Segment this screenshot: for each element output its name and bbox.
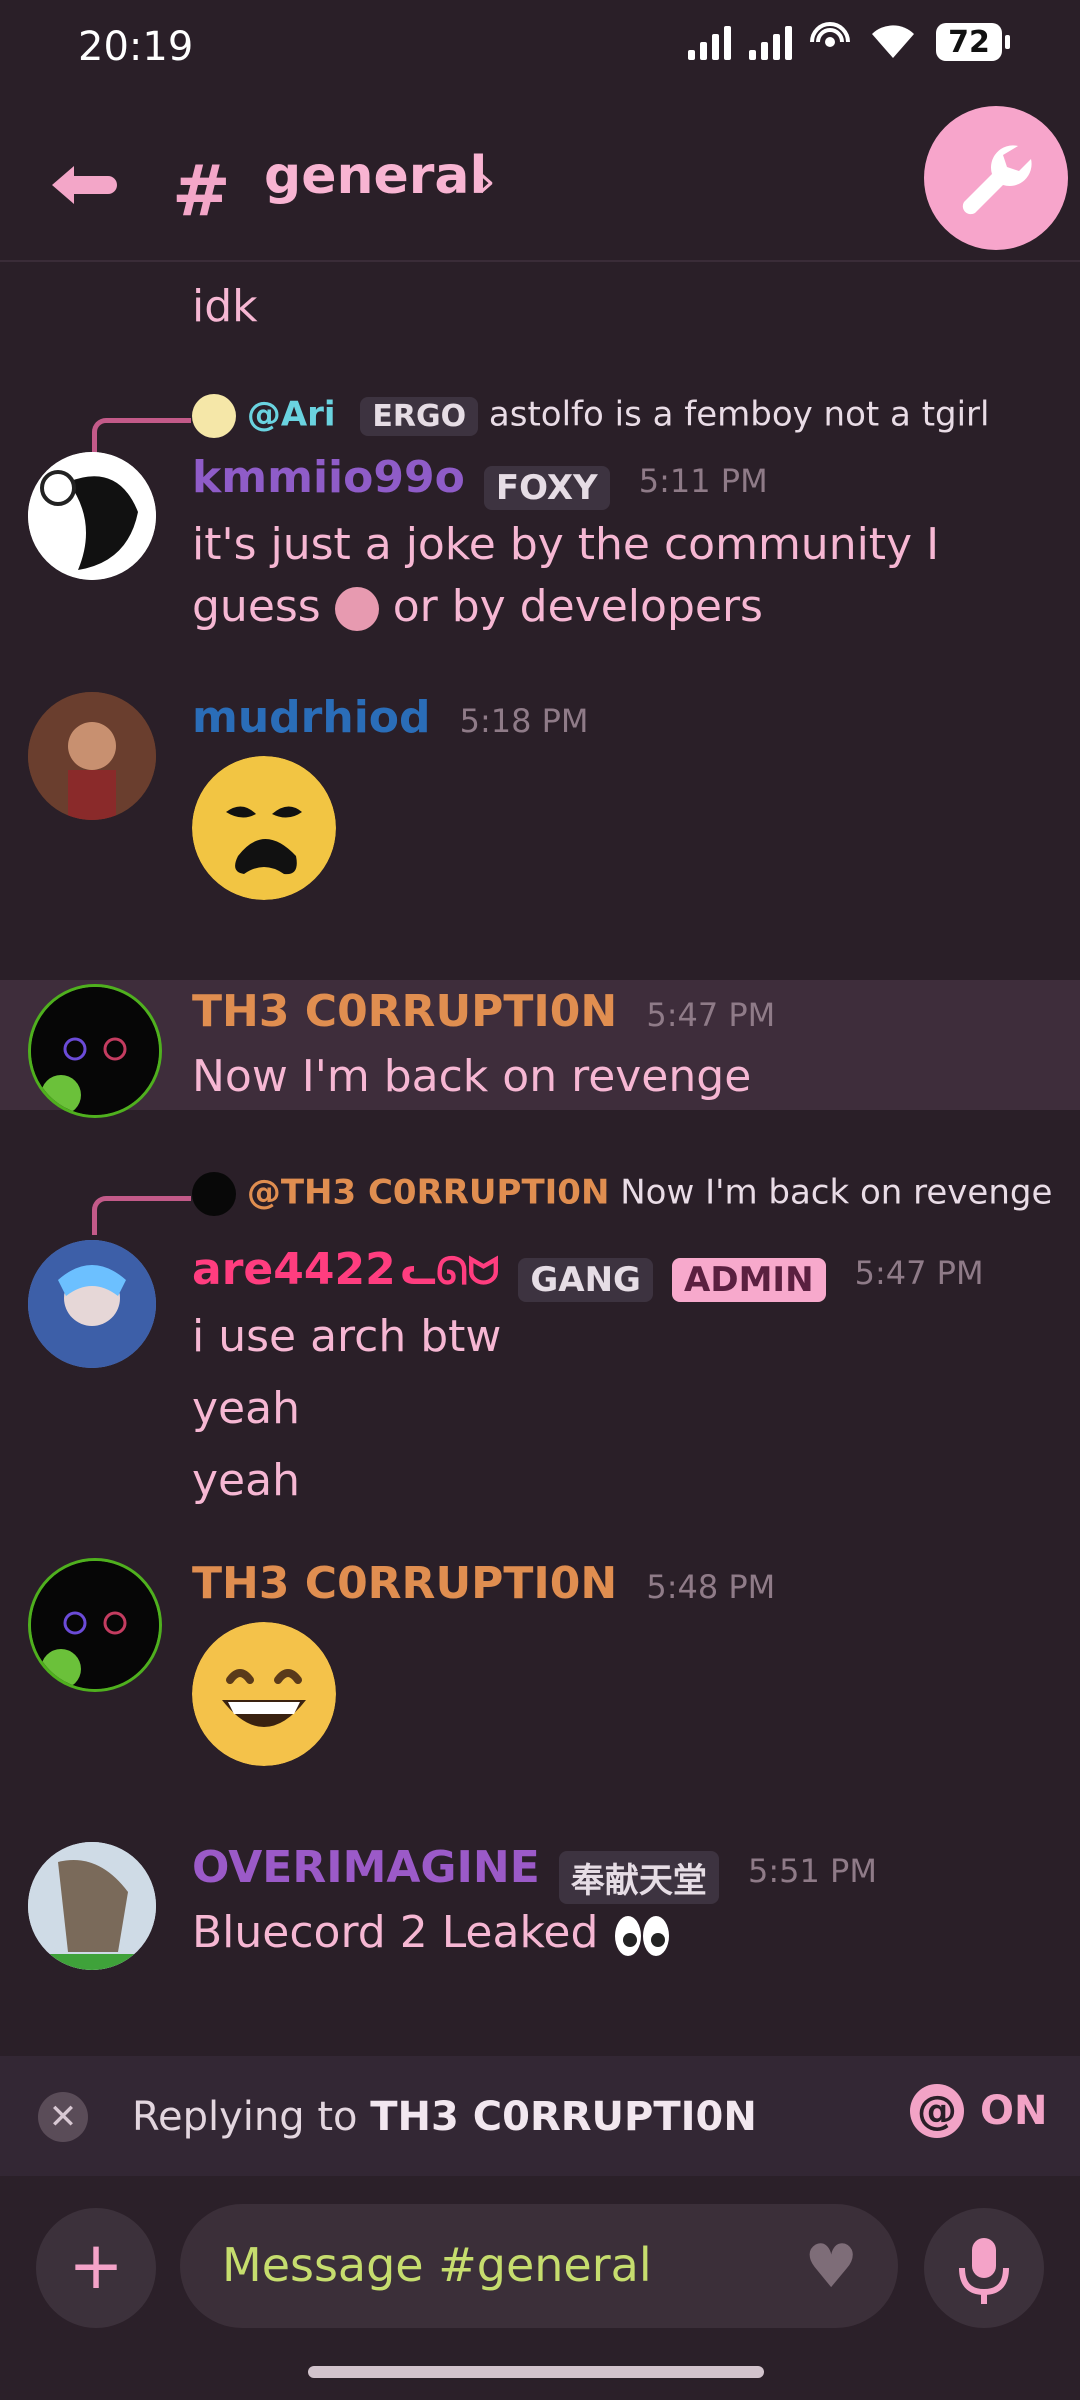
battery-icon: 72 [936,23,1010,61]
message[interactable]: mudrhiod 5:18 PM [0,692,1080,900]
message-text: yeah [192,1455,300,1506]
message-header: OVERIMAGINE 奉献天堂 5:51 PM [192,1842,877,1904]
avatar[interactable] [28,1240,156,1368]
eyes-emoji-icon [612,1913,672,1957]
avatar-image [28,692,156,820]
status-icons: 72 [688,22,1010,62]
clan-tag: 奉献天堂 [558,1851,719,1904]
message-time: 5:47 PM [646,996,776,1034]
avatar-image [31,987,159,1115]
reply-label: Replying to TH3 C0RRUPTI0N [132,2094,757,2140]
message-highlighted[interactable]: TH3 C0RRUPTI0N 5:47 PM Now I'm back on r… [0,980,1080,1118]
signal-icon [688,24,731,60]
reply-author: @TH3 C0RRUPTI0N [246,1172,610,1213]
author-name[interactable]: OVERIMAGINE [192,1842,540,1893]
chevron-right-icon[interactable]: › [478,156,496,207]
tools-fab[interactable] [924,106,1068,250]
author-name[interactable]: mudrhiod [192,692,431,743]
message-text: idk [192,281,258,332]
author-name[interactable]: TH3 C0RRUPTI0N [192,1558,617,1609]
voice-message-button[interactable] [924,2208,1044,2328]
home-indicator [308,2366,764,2378]
role-badge: ADMIN [672,1257,826,1302]
message[interactable]: OVERIMAGINE 奉献天堂 5:51 PM Bluecord 2 Leak… [0,1842,1080,1982]
wrench-icon [962,145,1032,215]
hotspot-icon [810,22,850,47]
channel-name[interactable]: general [264,146,487,206]
heart-icon[interactable]: ♥ [804,2232,858,2302]
avatar-image [31,1561,159,1689]
anime-emoji-icon [334,587,379,631]
message-text: i use arch btw [192,1311,502,1362]
avatar[interactable] [28,692,156,820]
author-name[interactable]: kmmiio99o [192,452,465,503]
add-attachment-button[interactable]: + [36,2208,156,2328]
author-suffix: ᓚᘏᗢ [400,1249,500,1293]
message-time: 5:48 PM [646,1568,776,1606]
pleading-emoji-icon [192,756,336,900]
status-time: 20:19 [78,24,194,70]
avatar-image [28,1240,156,1368]
reply-spine [92,418,191,457]
message-text: yeah [192,1383,300,1434]
author-name[interactable]: TH3 C0RRUPTI0N [192,986,617,1037]
reply-target: TH3 C0RRUPTI0N [370,2094,757,2140]
reply-preview[interactable]: @Ari ERGO astolfo is a femboy not a tgir… [192,394,989,438]
message-text: Now I'm back on revenge [192,1051,752,1102]
message-text-line2: guess or by developers [192,581,763,632]
message-text: Bluecord 2 Leaked [192,1902,672,1964]
message-header: TH3 C0RRUPTI0N 5:47 PM [192,986,775,1037]
cancel-reply-button[interactable]: ✕ [38,2092,88,2142]
signal-icon-2 [749,24,792,60]
message-list[interactable]: idk @Ari ERGO astolfo is a femboy not a … [0,262,1080,2052]
reply-tag: ERGO [360,396,479,436]
reply-spine [92,1196,191,1235]
message[interactable]: @Ari ERGO astolfo is a femboy not a tgir… [0,382,1080,632]
message[interactable]: TH3 C0RRUPTI0N 5:48 PM [0,1558,1080,1766]
mention-icon[interactable]: @ [910,2084,964,2138]
status-bar: 20:19 72 [0,0,1080,110]
message-input[interactable]: Message #general ♥ [180,2204,898,2328]
hash-icon: # [172,150,231,232]
message[interactable]: @TH3 C0RRUPTI0N Now I'm back on revenge … [0,1160,1080,1506]
message-time: 5:18 PM [459,702,589,740]
message-header: are4422 ᓚᘏᗢ GANG ADMIN 5:47 PM [192,1244,984,1302]
avatar-image [28,452,156,580]
reply-avatar [192,394,236,438]
grinning-emoji-icon [192,1622,336,1766]
message-header: mudrhiod 5:18 PM [192,692,589,743]
avatar[interactable] [28,1558,162,1692]
reply-text: astolfo is a femboy not a tgirl [488,394,990,435]
reply-avatar [192,1172,236,1216]
microphone-icon [959,2238,1009,2304]
clan-tag: GANG [518,1257,653,1302]
avatar[interactable] [28,1842,156,1970]
wifi-icon [872,25,914,58]
message-time: 5:47 PM [854,1254,984,1292]
message-time: 5:11 PM [638,462,768,500]
back-arrow-icon[interactable] [48,160,118,210]
mention-toggle[interactable]: ON [980,2088,1047,2134]
message: idk [0,262,1080,342]
message-time: 5:51 PM [747,1852,877,1890]
reply-text: Now I'm back on revenge [620,1172,1053,1213]
message-header: kmmiio99o FOXY 5:11 PM [192,452,768,510]
avatar[interactable] [28,984,162,1118]
avatar-image [28,1842,156,1970]
message-header: TH3 C0RRUPTI0N 5:48 PM [192,1558,775,1609]
channel-header: # general › [0,110,1080,262]
message-text: it's just a joke by the community I [192,519,940,570]
clan-tag: FOXY [483,465,610,510]
reply-preview[interactable]: @TH3 C0RRUPTI0N Now I'm back on revenge [192,1172,1052,1216]
avatar[interactable] [28,452,156,580]
author-name[interactable]: are4422 [192,1244,396,1295]
reply-author: @Ari [246,394,336,435]
message-placeholder: Message #general [222,2238,652,2292]
reply-bar: ✕ Replying to TH3 C0RRUPTI0N @ ON [0,2056,1080,2176]
